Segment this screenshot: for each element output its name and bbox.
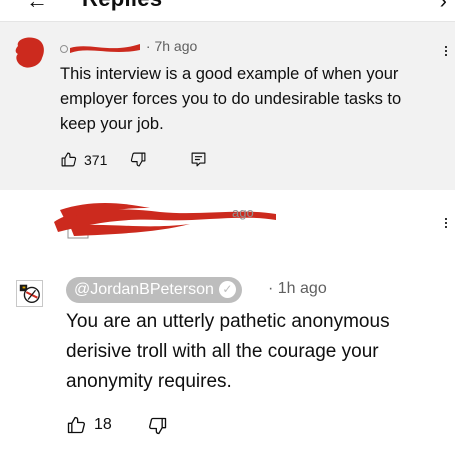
more-options-icon[interactable]: · · ·	[441, 209, 451, 235]
redacted-reply: ago · · ·	[0, 190, 455, 250]
redacted-author-name	[60, 44, 140, 54]
like-count: 18	[94, 416, 112, 433]
comment-timestamp: · 7h ago	[145, 38, 198, 54]
thumbs-down-icon[interactable]	[148, 416, 168, 436]
comment-timestamp: ago	[232, 205, 254, 220]
reply-icon[interactable]	[190, 151, 207, 168]
thumbs-down-icon[interactable]	[130, 151, 147, 168]
page-title: Replies	[82, 0, 162, 12]
reply-comment: @JordanBPeterson ✓ · 1h ago You are an u…	[0, 270, 455, 455]
redaction-scribble	[54, 203, 276, 239]
close-icon[interactable]: ›	[440, 0, 447, 14]
author-badge[interactable]: @JordanBPeterson ✓	[66, 277, 242, 303]
author-name: @JordanBPeterson	[74, 281, 214, 298]
back-arrow-icon[interactable]: ←	[26, 0, 48, 14]
check-icon: ✓	[218, 281, 236, 298]
comment-text: This interview is a good example of when…	[60, 65, 402, 133]
parent-comment: · 7h ago This interview is a good exampl…	[0, 22, 455, 190]
comment-timestamp: · 1h ago	[268, 280, 327, 297]
top-bar: ← Replies ›	[0, 0, 455, 22]
comment-meta: · 7h ago	[60, 38, 197, 54]
avatar[interactable]	[14, 36, 46, 70]
thumbs-up-icon[interactable]	[66, 415, 86, 435]
more-options-icon[interactable]: · · ·	[441, 37, 451, 63]
avatar[interactable]	[16, 280, 43, 307]
thumbs-up-icon[interactable]	[60, 151, 77, 168]
like-count: 371	[84, 152, 108, 168]
comment-text: You are an utterly pathetic anonymous de…	[66, 311, 390, 392]
